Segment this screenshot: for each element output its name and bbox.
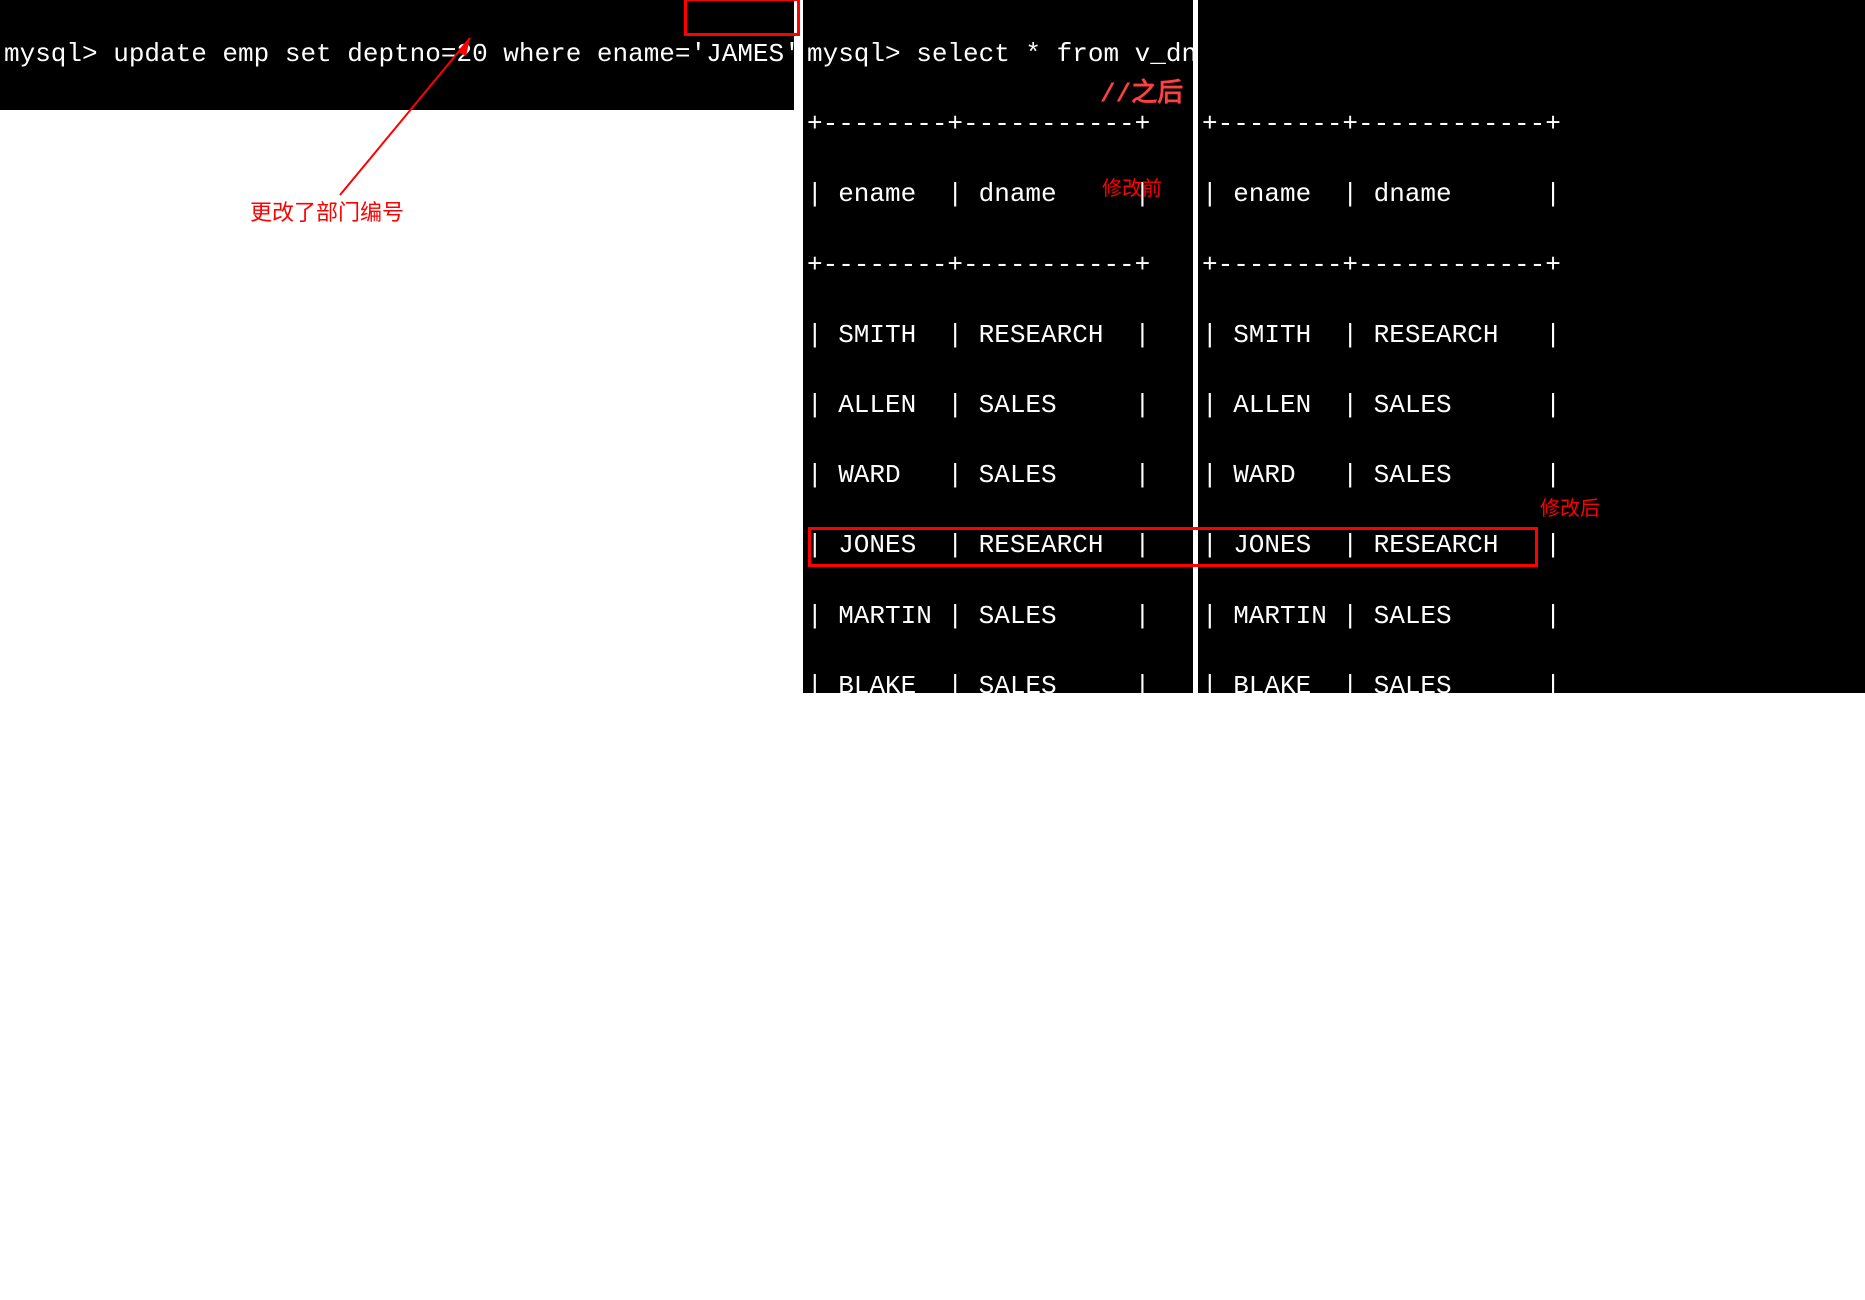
table-sep: +--------+-----------+ (807, 248, 1189, 283)
table-sep: +--------+------------+ (1202, 248, 1861, 283)
table-row: | ADAMS | RESEARCH | (807, 1020, 1189, 1055)
table-row: | FORD | RESEARCH | (1202, 1160, 1861, 1195)
annotation-after-slash: //之后 (1100, 72, 1183, 109)
right-terminal-before: +--------+------------+ | ename | dname … (1198, 0, 1865, 693)
table-row: | JONES | RESEARCH | (807, 528, 1189, 563)
update-command-pre: update emp set deptno=20 where ename=' (113, 39, 706, 69)
table-row: | SCOTT | RESEARCH | (1202, 809, 1861, 844)
annotation-before: 修改前 (1102, 172, 1162, 201)
table-row: | WARD | SALES | (807, 458, 1189, 493)
query-result-line1: Query OK, 1 row affected (0.01 sec) (4, 107, 790, 142)
table-row: | MILLER | sales | (807, 1230, 1189, 1265)
table-row: | MARTIN | SALES | (1202, 599, 1861, 634)
annotation-after: 修改后 (1540, 492, 1600, 521)
table-row: | CLARK | sales | (807, 739, 1189, 774)
table-row: | TURNER | SALES | (807, 950, 1189, 985)
left-terminal: mysql> update emp set deptno=20 where en… (0, 0, 794, 110)
mysql-prompt: mysql> (4, 39, 113, 69)
mysql-prompt: mysql> (807, 39, 916, 69)
table-row: | ALLEN | SALES | (807, 388, 1189, 423)
table-row: | BLAKE | SALES | (1202, 669, 1861, 704)
table-row: | FORD | RESEARCH | (807, 1160, 1189, 1195)
table-row: | SMITH | RESEARCH | (807, 318, 1189, 353)
table-row: | MILLER | ACCOUNTING | (1202, 1230, 1861, 1265)
update-command-highlight: JAMES'; (706, 39, 815, 69)
table-sep: +--------+-----------+ (807, 107, 1189, 142)
table-row: | SMITH | RESEARCH | (1202, 318, 1861, 353)
table-row: | KING | sales | (807, 879, 1189, 914)
table-row: | JONES | RESEARCH | (1202, 528, 1861, 563)
annotation-changed-dept: 更改了部门编号 (250, 195, 404, 227)
table-row: | SCOTT | RESEARCH | (807, 809, 1189, 844)
table-row: | MARTIN | SALES | (807, 599, 1189, 634)
table-row: | ADAMS | RESEARCH | (1202, 1020, 1861, 1055)
table-row: | KING | ACCOUNTING | (1202, 879, 1861, 914)
table-sep: +--------+------------+ (1202, 107, 1861, 142)
table-row: | CLARK | ACCOUNTING | (1202, 739, 1861, 774)
table-row: | JAMES | RESEARCH | (807, 1090, 1189, 1125)
table-row: | ALLEN | SALES | (1202, 388, 1861, 423)
table-row: | TURNER | SALES | (1202, 950, 1861, 985)
table-header: | ename | dname | (1202, 177, 1861, 212)
table-row: | JAMES | SALES | (1202, 1090, 1861, 1125)
table-row: | WARD | SALES | (1202, 458, 1861, 493)
table-row: | BLAKE | SALES | (807, 669, 1189, 704)
